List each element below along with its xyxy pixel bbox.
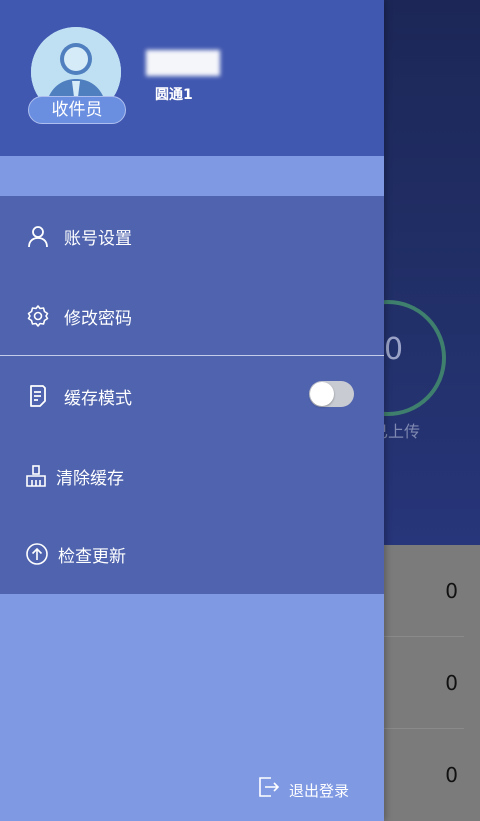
company-name: 圆通1 bbox=[155, 87, 193, 103]
role-badge: 收件员 bbox=[28, 96, 126, 124]
progress-ring-value: 0 bbox=[384, 332, 404, 367]
menu-divider bbox=[0, 355, 384, 356]
exit-icon bbox=[258, 776, 280, 798]
cache-mode-toggle[interactable] bbox=[309, 381, 354, 407]
person-outline-icon bbox=[26, 224, 50, 248]
toggle-knob bbox=[310, 382, 334, 406]
logout-button[interactable]: 退出登录 bbox=[258, 776, 368, 804]
logout-label: 退出登录 bbox=[289, 782, 350, 800]
header-spacer bbox=[0, 156, 384, 196]
menu-item-clear-cache[interactable]: 清除缓存 bbox=[0, 436, 384, 514]
menu-item-check-update[interactable]: 检查更新 bbox=[0, 514, 384, 592]
list-item: 0 bbox=[384, 637, 464, 729]
broom-icon bbox=[24, 464, 48, 488]
user-name-redacted bbox=[146, 50, 220, 76]
list-item: 0 bbox=[384, 545, 464, 637]
document-icon bbox=[26, 384, 50, 408]
menu-item-label: 缓存模式 bbox=[64, 389, 132, 409]
arrow-up-circle-icon bbox=[25, 542, 49, 566]
menu-item-label: 检查更新 bbox=[58, 547, 126, 567]
navigation-drawer: 收件员 圆通1 账号设置 修改密码 缓存模式 清除缓存 检查更新 退出登录 bbox=[0, 0, 384, 821]
menu-item-label: 账号设置 bbox=[64, 229, 132, 249]
menu-item-account-settings[interactable]: 账号设置 bbox=[0, 196, 384, 274]
list-item: 0 bbox=[445, 763, 458, 787]
menu-item-change-password[interactable]: 修改密码 bbox=[0, 276, 384, 354]
menu-item-label: 清除缓存 bbox=[56, 469, 124, 489]
gear-icon bbox=[26, 304, 50, 328]
menu-item-label: 修改密码 bbox=[64, 309, 132, 329]
profile-header: 收件员 圆通1 bbox=[0, 0, 384, 156]
